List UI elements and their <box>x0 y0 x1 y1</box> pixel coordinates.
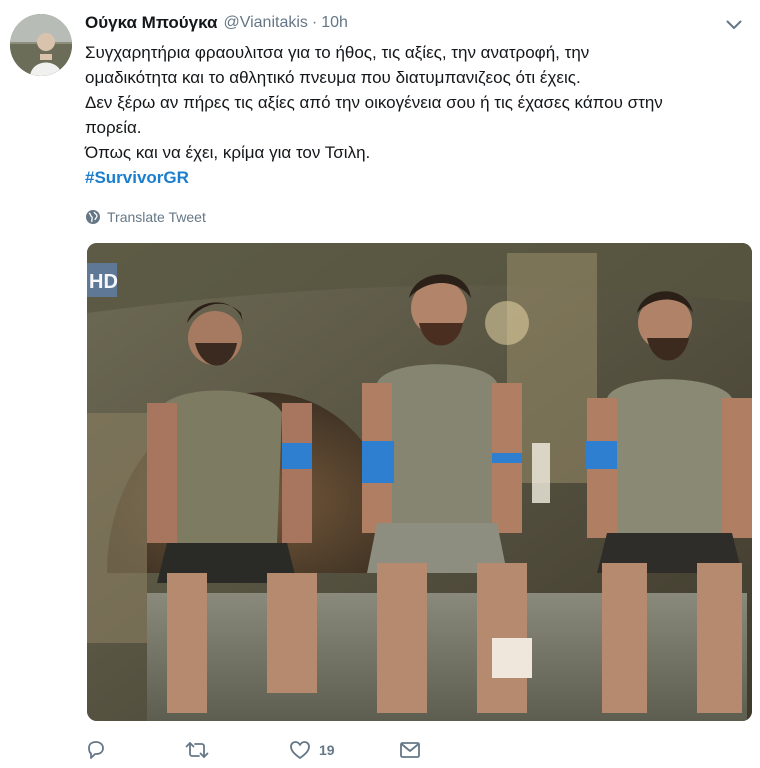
hashtag-link[interactable]: #SurvivorGR <box>85 165 745 190</box>
like-count: 19 <box>319 742 335 758</box>
retweet-button[interactable] <box>185 735 289 765</box>
tweet-text: Συγχαρητήρια φραουλιτσα για το ήθος, τις… <box>85 40 745 190</box>
translate-tweet-link[interactable]: Translate Tweet <box>85 206 206 228</box>
timestamp[interactable]: 10h <box>321 14 348 32</box>
tweet: Ούγκα Μπούγκα @Vianitakis · 10h Συγχαρητ… <box>0 0 760 768</box>
translate-label: Translate Tweet <box>107 209 206 225</box>
reply-icon <box>88 741 104 759</box>
reply-button[interactable] <box>85 735 185 765</box>
tweet-text-line: Συγχαρητήρια φραουλιτσα για το ήθος, τις… <box>85 43 590 62</box>
display-name[interactable]: Ούγκα Μπούγκα <box>85 13 217 33</box>
tweet-text-line: Δεν ξέρω αν πήρες τις αξίες από την οικο… <box>85 93 663 112</box>
tweet-actions: 19 <box>85 735 439 765</box>
user-handle[interactable]: @Vianitakis <box>223 14 307 32</box>
more-options-button[interactable] <box>722 15 746 35</box>
retweet-icon <box>185 742 209 758</box>
tweet-header: Ούγκα Μπούγκα @Vianitakis · 10h <box>85 12 750 34</box>
heart-icon <box>290 741 310 759</box>
direct-message-button[interactable] <box>399 735 439 765</box>
like-button[interactable]: 19 <box>289 735 399 765</box>
tweet-text-line: Όπως και να έχει, κρίμα για τον Τσιλη. <box>85 143 371 162</box>
message-icon <box>400 742 420 758</box>
globe-icon <box>86 210 100 224</box>
chevron-down-icon <box>726 20 742 29</box>
tweet-text-line: πορεία. <box>85 118 142 137</box>
tweet-text-line: ομαδικότητα και το αθλητικό πνευμα που δ… <box>85 68 581 87</box>
avatar[interactable] <box>10 14 72 76</box>
separator-dot: · <box>311 14 318 31</box>
tweet-photo[interactable]: HD <box>87 243 752 721</box>
channel-badge: HD <box>89 271 118 293</box>
